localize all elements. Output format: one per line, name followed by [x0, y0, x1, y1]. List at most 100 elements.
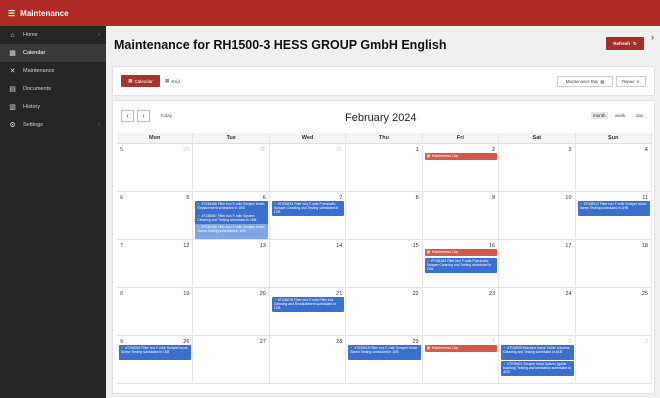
chevron-right-icon: ›	[142, 112, 145, 120]
week-row: 6 5 6 7 8 9 10 11 ◔ #T038468 Filter box F-rolle S…	[117, 192, 652, 240]
week-number: 6	[120, 195, 124, 201]
calendar-icon: ▦	[426, 250, 430, 254]
task-event[interactable]: ◔ #T038219 Filter box F-rolle Scraper bru…	[348, 345, 421, 360]
weekday-label: Tue	[193, 133, 270, 143]
task-event[interactable]: ◔ #T038621 Scraper head System (guide bus…	[501, 361, 574, 376]
day-number: 1	[415, 147, 419, 153]
calendar-icon: ▦	[9, 50, 16, 57]
event-label: #T038183 Filter box F-rolle Pneumatic Sc…	[426, 259, 492, 271]
calendar-icon: ▦	[128, 78, 133, 83]
menu-icon[interactable]: ☰	[8, 9, 15, 18]
prev-month-button[interactable]: ‹	[121, 110, 134, 122]
day-cell[interactable]: 1	[346, 144, 423, 191]
event-label: #T038903 Machine frame Guide columns Cle…	[503, 346, 570, 354]
event-label: Maintenance Day	[431, 154, 459, 158]
day-cell[interactable]: 29	[117, 144, 194, 191]
day-cell[interactable]: 5	[117, 192, 194, 239]
refresh-button[interactable]: Refresh ↻	[606, 37, 644, 50]
day-cell[interactable]: 17	[499, 240, 576, 287]
day-cell[interactable]: 8	[346, 192, 423, 239]
refresh-label: Refresh	[613, 41, 630, 46]
day-cell[interactable]: 3	[499, 144, 576, 191]
day-cell[interactable]: 13	[193, 240, 270, 287]
day-cell[interactable]: 20	[193, 288, 270, 335]
day-cell[interactable]: 9	[423, 192, 500, 239]
day-cell[interactable]: 10	[499, 192, 576, 239]
day-number: 24	[565, 291, 572, 297]
day-cell[interactable]: 3	[576, 336, 652, 383]
calendar-icon: ▦	[426, 346, 430, 350]
calendar-icon: ▦	[426, 154, 430, 158]
day-cell[interactable]: 19	[117, 288, 194, 335]
day-number: 28	[336, 339, 343, 345]
grid-view-label: Grid	[171, 78, 180, 84]
day-number: 3	[644, 339, 648, 345]
chevron-right-icon[interactable]: ›	[651, 32, 654, 42]
day-cell[interactable]: 1	[423, 336, 500, 383]
history-icon: ▥	[9, 104, 16, 111]
sidebar-item-history[interactable]: ▥ History	[0, 98, 106, 116]
day-cell[interactable]: 12	[117, 240, 194, 287]
view-week-button[interactable]: week	[613, 112, 628, 119]
day-number: 17	[565, 243, 572, 249]
task-event[interactable]: ◔ #T038312 Filter box F-rolle Scraper bru…	[577, 201, 650, 216]
repair-label: Repair	[622, 79, 635, 84]
day-cell[interactable]: 15	[346, 240, 423, 287]
event-label: #T038467 Filter box F-rolle System Clean…	[197, 213, 257, 222]
home-icon: ⌂	[10, 31, 15, 39]
calendar-view-button[interactable]: ▦ Calendar	[121, 75, 160, 87]
sidebar-item-settings[interactable]: ⚙ Settings ›	[0, 116, 106, 134]
sidebar-item-calendar[interactable]: ▦ Calendar	[0, 44, 106, 62]
day-cell[interactable]: 18	[576, 240, 652, 287]
day-cell[interactable]: 22	[346, 288, 423, 335]
day-cell[interactable]: 27	[193, 336, 270, 383]
month-grid: Mon Tue Wed Thu Fri Sat Sun 5 29 30 31 1 2 3 4 ▦ Mainte…	[117, 133, 652, 384]
app-title: Maintenance	[20, 8, 69, 18]
grid-view-button[interactable]: ▦ Grid	[165, 75, 187, 87]
view-toolbar: ▦ Calendar ▦ Grid Maintenance Day ▦ Repa…	[112, 66, 655, 96]
grid-icon: ▦	[165, 78, 170, 83]
maintenance-day-event[interactable]: ▦ Maintenance Day	[424, 345, 498, 352]
day-cell[interactable]: 2	[423, 144, 500, 191]
weekday-label: Thu	[346, 133, 423, 143]
event-label: #T038312 Filter box F-rolle Scraper brus…	[579, 202, 647, 210]
day-cell[interactable]: 25	[576, 288, 652, 335]
maintenance-day-label: Maintenance Day	[565, 79, 599, 84]
next-month-button[interactable]: ›	[137, 110, 150, 122]
day-number: 30	[259, 147, 266, 153]
maintenance-day-button[interactable]: Maintenance Day ▦	[557, 76, 613, 87]
day-number: 18	[641, 243, 648, 249]
task-event[interactable]: ◔ #T038903 Machine frame Guide columns Cl…	[501, 345, 574, 360]
page-header: Maintenance for RH1500-3 HESS GROUP GmbH…	[106, 26, 660, 64]
day-number: 13	[259, 243, 266, 249]
document-icon: ▤	[9, 86, 16, 93]
day-number: 25	[641, 291, 648, 297]
wrench-icon: ✕	[9, 68, 16, 75]
task-event[interactable]: ◔ #T038433 Filter box F-rolle Pneumatic S…	[271, 201, 345, 216]
task-event[interactable]: ◔ #T038183 Filter box F-rolle Pneumatic S…	[424, 258, 498, 273]
task-event[interactable]: ◔ #T038466 Filter box F-rolle Scraper bru…	[195, 224, 268, 239]
day-cell[interactable]: 4	[576, 144, 652, 191]
day-cell[interactable]: 30	[193, 144, 270, 191]
sidebar-item-maintenance[interactable]: ✕ Maintenance	[0, 62, 106, 80]
day-cell[interactable]: 28	[270, 336, 347, 383]
task-event[interactable]: ◔ #T038278 Filter box F-rolle Filter box …	[271, 297, 345, 312]
view-day-button[interactable]: day	[634, 112, 645, 119]
day-cell[interactable]: 24	[499, 288, 576, 335]
today-button[interactable]: today	[161, 113, 172, 118]
maintenance-day-event[interactable]: ▦ Maintenance Day	[424, 249, 498, 256]
repair-button[interactable]: Repair ✕	[616, 76, 646, 87]
day-number: 27	[259, 339, 266, 345]
week-row: 7 12 13 14 15 16 17 18 ▦ Maintenance Day ◔ #T038183…	[117, 240, 652, 288]
sidebar-item-label: Settings	[23, 122, 43, 128]
day-cell[interactable]: 23	[423, 288, 500, 335]
maintenance-day-event[interactable]: ▦ Maintenance Day	[424, 153, 498, 160]
week-number: 9	[120, 339, 124, 345]
sidebar-item-home[interactable]: ⌂ Home ›	[0, 26, 106, 44]
view-month-button[interactable]: month	[591, 112, 608, 119]
day-cell[interactable]: 14	[270, 240, 347, 287]
day-cell[interactable]: 31	[270, 144, 347, 191]
sidebar-item-documents[interactable]: ▤ Documents	[0, 80, 106, 98]
calendar: ‹ › today February 2024 month week day M…	[112, 100, 655, 394]
task-event[interactable]: ◔ #T038259 Filter box F-rolle Scraper bru…	[119, 345, 192, 360]
